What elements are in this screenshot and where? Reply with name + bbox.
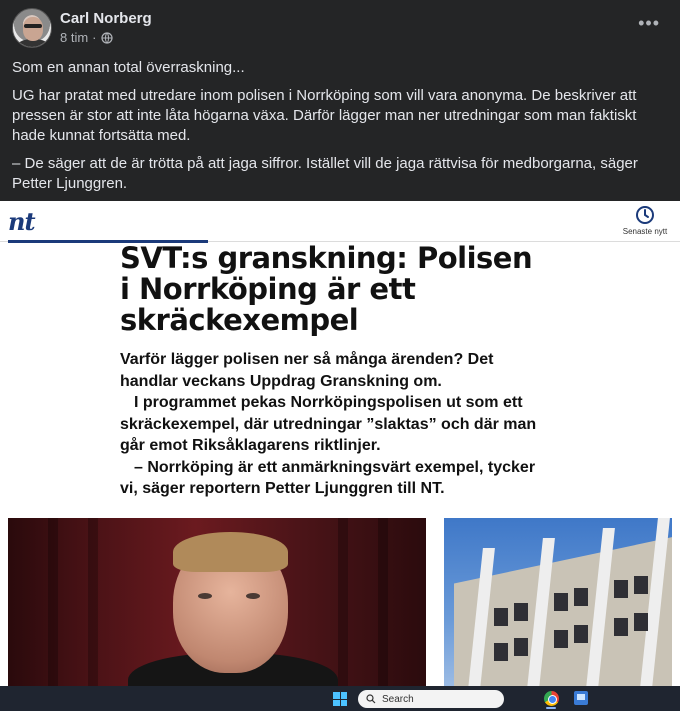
more-options-icon[interactable]: ••• [638, 14, 660, 32]
outlook-icon[interactable] [574, 691, 588, 705]
latest-news-label: Senaste nytt [622, 227, 668, 236]
reporter-photo [8, 518, 426, 686]
taskbar: Search [0, 686, 680, 711]
search-icon [366, 694, 376, 704]
latest-news-button: Senaste nytt [620, 205, 670, 236]
article-image[interactable]: nt Senaste nytt SVT:s granskning: Polise… [0, 201, 680, 686]
facebook-post: Carl Norberg 8 tim · ••• Som en annan to… [0, 0, 680, 201]
search-placeholder: Search [382, 693, 414, 705]
meta-separator: · [92, 30, 97, 45]
chrome-icon[interactable] [544, 691, 559, 706]
post-paragraph: Som en annan total överraskning... [12, 59, 245, 76]
post-time[interactable]: 8 tim [60, 30, 88, 45]
active-app-indicator [546, 707, 556, 709]
globe-icon [100, 31, 113, 44]
windows-start-icon[interactable] [333, 692, 347, 706]
police-building-photo [444, 518, 672, 686]
post-paragraph: UG har pratat med utredare inom polisen … [12, 87, 637, 144]
post-meta: 8 tim · [60, 30, 113, 45]
article-lead: Varför lägger polisen ner så många ärend… [120, 349, 550, 500]
lead-paragraph: Varför lägger polisen ner så många ärend… [120, 351, 494, 390]
article-headline: SVT:s granskning: Polisen i Norrköping ä… [120, 241, 533, 337]
post-text: Som en annan total överraskning... UG ha… [12, 58, 662, 202]
author-name[interactable]: Carl Norberg [60, 10, 152, 27]
post-paragraph: – De säger att de är trötta på att jaga … [12, 155, 638, 192]
author-avatar[interactable] [12, 8, 52, 48]
nt-logo: nt [8, 207, 36, 236]
lead-paragraph: – Norrköping är ett anmärkningsvärt exem… [120, 458, 536, 498]
taskbar-search[interactable]: Search [358, 690, 504, 708]
lead-paragraph: I programmet pekas Norrköpingspolisen ut… [120, 394, 537, 454]
clock-icon [636, 206, 654, 224]
